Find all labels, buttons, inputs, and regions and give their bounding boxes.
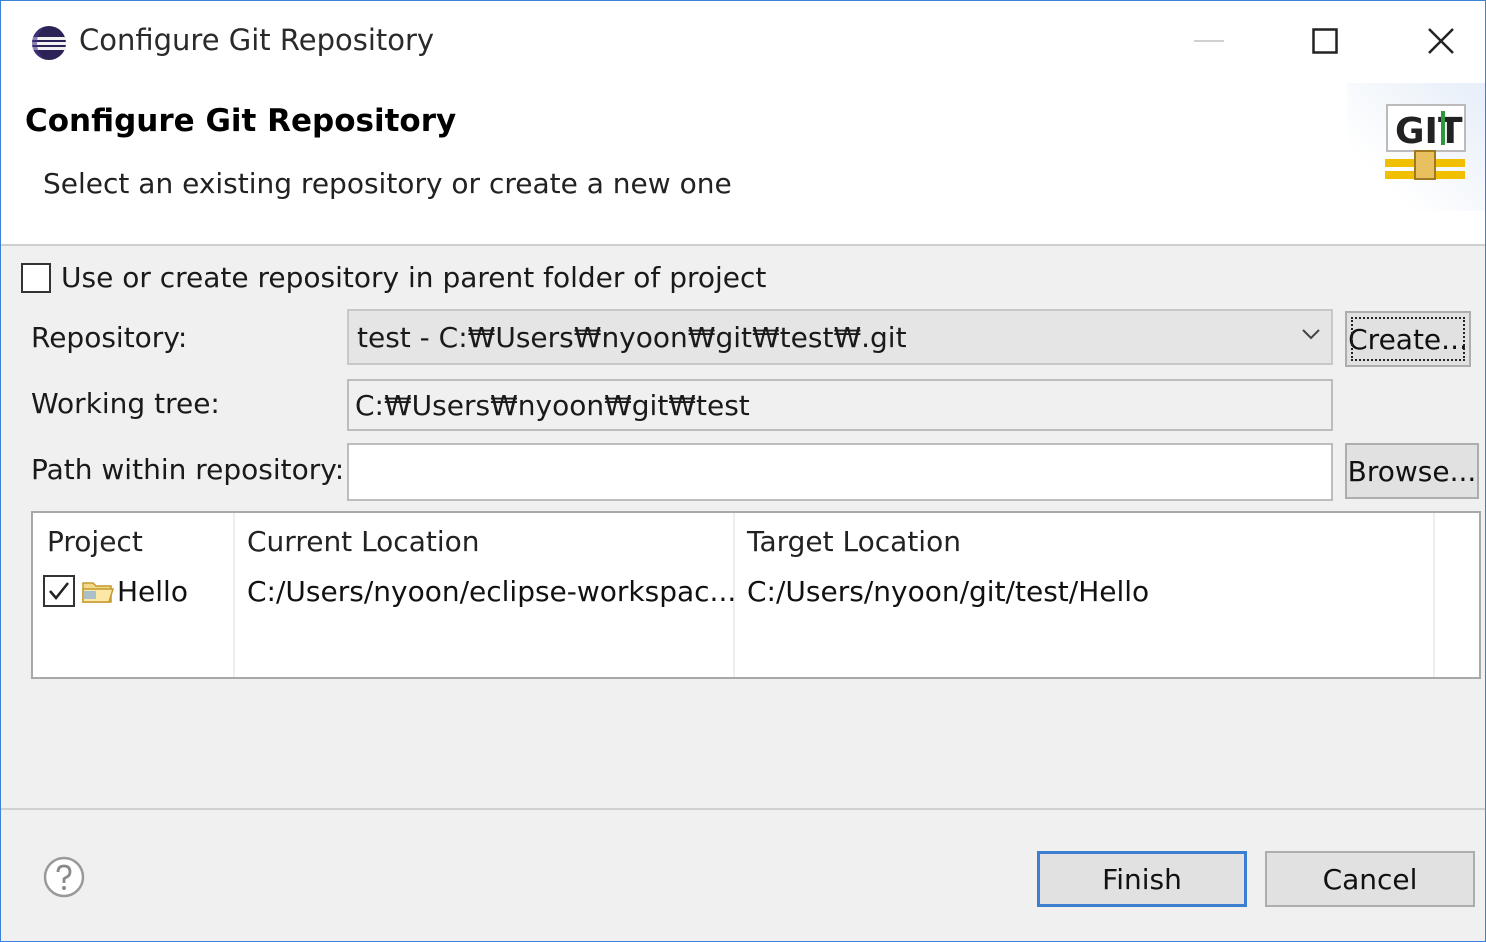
use-parent-folder-checkbox[interactable] (21, 263, 51, 293)
current-location: C:/Users/nyoon/eclipse-workspac... (247, 575, 737, 608)
eclipse-icon (32, 26, 66, 60)
repository-select[interactable]: test - C:₩Users₩nyoon₩git₩test₩.git (347, 309, 1333, 365)
page-subtitle: Select an existing repository or create … (43, 167, 732, 200)
row-checkbox[interactable] (43, 575, 75, 607)
use-parent-folder-label[interactable]: Use or create repository in parent folde… (61, 261, 766, 294)
close-icon (1428, 28, 1454, 54)
browse-button[interactable]: Browse... (1345, 443, 1479, 499)
path-within-repository-input[interactable] (347, 443, 1333, 501)
finish-button-label: Finish (1102, 862, 1182, 896)
help-icon[interactable] (43, 856, 85, 898)
chevron-down-icon (1302, 329, 1320, 340)
working-tree-field[interactable]: C:₩Users₩nyoon₩git₩test (347, 379, 1333, 431)
path-within-repository-label: Path within repository: (31, 453, 345, 486)
window-title: Configure Git Repository (79, 23, 435, 57)
browse-button-label: Browse... (1347, 454, 1477, 488)
column-header-project[interactable]: Project (47, 525, 143, 558)
repository-select-value: test - C:₩Users₩nyoon₩git₩test₩.git (357, 321, 907, 354)
close-button[interactable] (1411, 15, 1471, 67)
cancel-button[interactable]: Cancel (1265, 851, 1475, 907)
focus-ring (1351, 317, 1465, 361)
maximize-button[interactable] (1295, 15, 1355, 67)
project-folder-icon (82, 582, 115, 603)
dialog-window: Configure Git Repository Configure Git R… (0, 0, 1486, 942)
maximize-icon (1312, 28, 1338, 54)
git-logo-icon: GIT (1385, 104, 1466, 180)
projects-table[interactable]: Project Current Location Target Location… (31, 511, 1481, 679)
column-header-target-location[interactable]: Target Location (747, 525, 961, 558)
repository-label: Repository: (31, 321, 188, 354)
finish-button[interactable]: Finish (1037, 851, 1247, 907)
svg-text:GIT: GIT (1395, 111, 1463, 152)
minimize-icon (1194, 40, 1224, 42)
cancel-button-label: Cancel (1322, 862, 1418, 896)
column-divider (1433, 513, 1435, 677)
column-header-current-location[interactable]: Current Location (247, 525, 480, 558)
project-name: Hello (117, 575, 188, 608)
page-title: Configure Git Repository (25, 103, 457, 139)
column-divider (233, 513, 235, 677)
create-button[interactable]: Create... (1345, 311, 1471, 367)
working-tree-value: C:₩Users₩nyoon₩git₩test (355, 389, 750, 422)
target-location: C:/Users/nyoon/git/test/Hello (747, 575, 1150, 608)
minimize-button[interactable] (1179, 15, 1239, 67)
footer-divider (1, 808, 1485, 810)
wizard-header: Configure Git Repository Select an exist… (1, 83, 1485, 246)
checkmark-icon (49, 582, 69, 600)
title-bar[interactable]: Configure Git Repository (1, 1, 1485, 83)
working-tree-label: Working tree: (31, 387, 220, 420)
git-logo: GIT (1347, 83, 1485, 211)
